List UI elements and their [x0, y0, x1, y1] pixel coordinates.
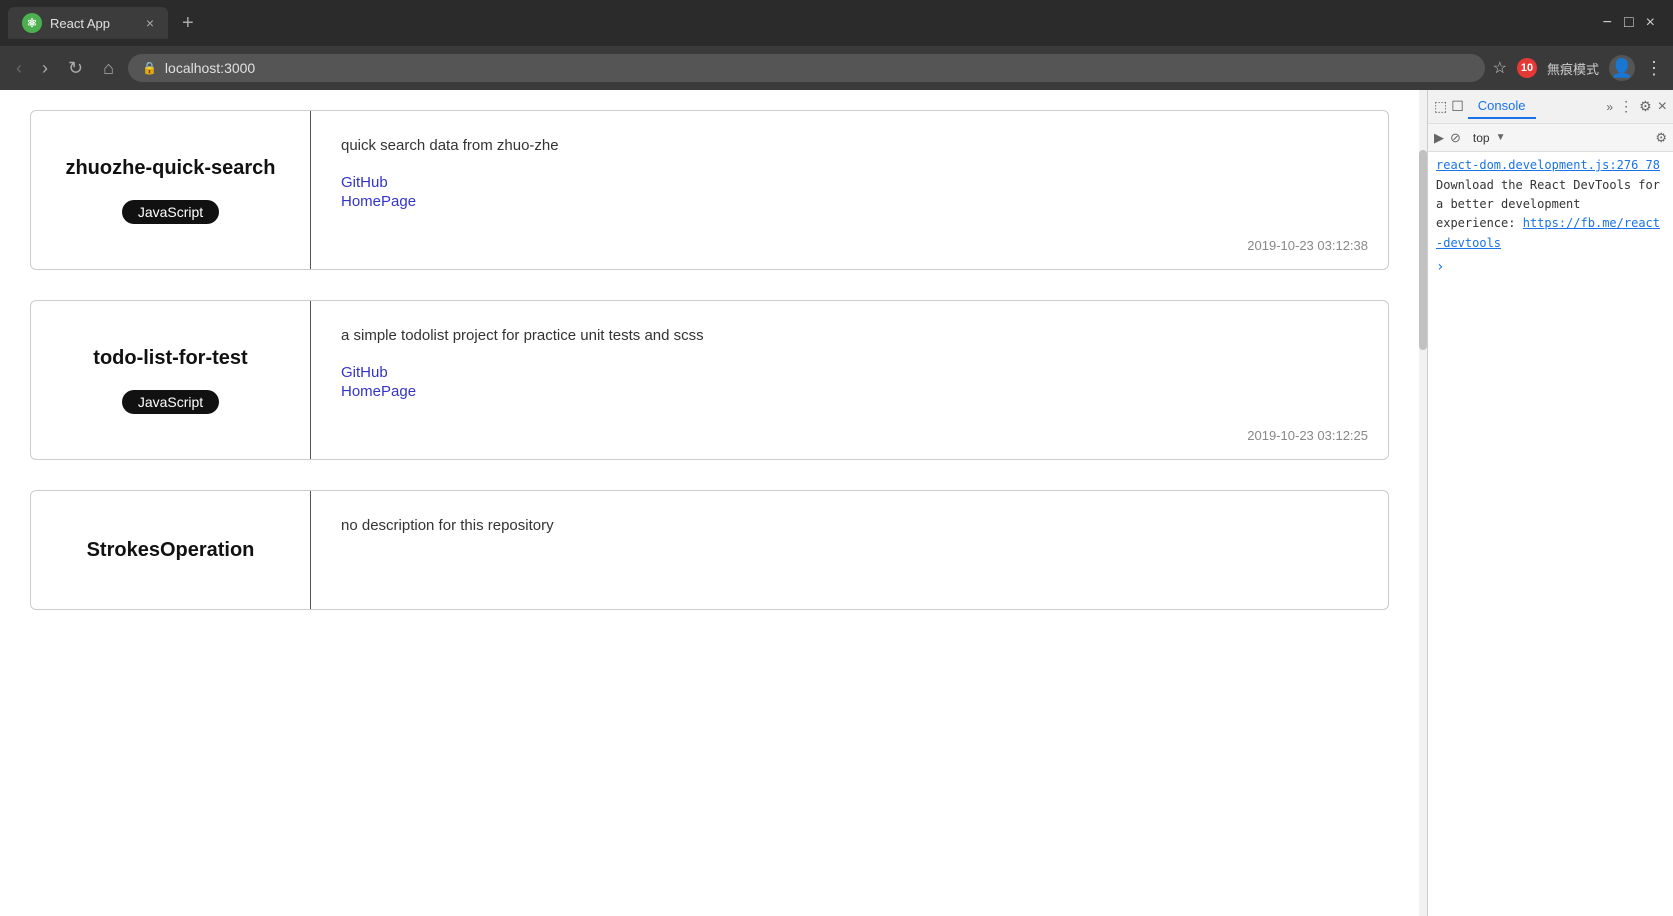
- back-button[interactable]: ‹: [10, 54, 28, 83]
- maximize-button[interactable]: □: [1624, 14, 1634, 32]
- lock-icon: 🔒: [142, 61, 157, 75]
- address-bar[interactable]: 🔒 localhost:3000: [128, 54, 1485, 82]
- reload-button[interactable]: ↻: [62, 54, 89, 83]
- repo-links-1: GitHub HomePage: [341, 364, 1358, 400]
- more-button[interactable]: ⋮: [1645, 58, 1663, 79]
- devtools-toolbar: ⬚ ☐ Console » ⋮ ⚙ ×: [1428, 90, 1673, 124]
- devtools-device-icon[interactable]: ☐: [1451, 98, 1464, 115]
- minimize-button[interactable]: −: [1603, 14, 1612, 32]
- profile-icon[interactable]: 👤: [1609, 55, 1635, 81]
- browser-toolbar: ‹ › ↻ ⌂ 🔒 localhost:3000 ☆ 10 無痕模式 👤 ⋮: [0, 46, 1673, 90]
- scrollbar[interactable]: [1419, 90, 1427, 916]
- repo-homepage-link-1[interactable]: HomePage: [341, 383, 1358, 400]
- extension-badge[interactable]: 10: [1517, 58, 1537, 78]
- repo-name-0: zhuozhe-quick-search: [65, 157, 275, 180]
- devtools-dropdown-icon[interactable]: ▼: [1496, 132, 1506, 143]
- repo-badge-0: JavaScript: [122, 200, 219, 224]
- favicon: ⚛: [22, 13, 42, 33]
- repo-description-1: a simple todolist project for practice u…: [341, 325, 1358, 348]
- devtools-tab-console[interactable]: Console: [1468, 94, 1536, 119]
- repo-name-1: todo-list-for-test: [93, 347, 247, 370]
- scrollbar-thumb[interactable]: [1419, 150, 1427, 350]
- forward-button[interactable]: ›: [36, 54, 54, 83]
- devtools-more-tabs[interactable]: »: [1606, 100, 1613, 114]
- titlebar: ⚛ React App × + − □ ×: [0, 0, 1673, 46]
- repo-card-1: todo-list-for-test JavaScript a simple t…: [30, 300, 1389, 460]
- devtools-file-link[interactable]: react-dom.development.js:276 78: [1436, 158, 1665, 172]
- repo-github-link-1[interactable]: GitHub: [341, 364, 1358, 381]
- star-icon[interactable]: ☆: [1493, 58, 1507, 78]
- tab-close-button[interactable]: ×: [146, 15, 154, 31]
- repo-card-0: zhuozhe-quick-search JavaScript quick se…: [30, 110, 1389, 270]
- repo-timestamp-1: 2019-10-23 03:12:25: [1247, 428, 1368, 443]
- home-button[interactable]: ⌂: [97, 54, 120, 83]
- devtools-play-icon[interactable]: ▶: [1434, 130, 1444, 146]
- repo-description-2: no description for this repository: [341, 515, 1358, 538]
- devtools-close-icon[interactable]: ×: [1658, 98, 1667, 116]
- repo-card-2: StrokesOperation no description for this…: [30, 490, 1389, 610]
- repo-left-2: StrokesOperation: [31, 491, 311, 609]
- devtools-panel: ⬚ ☐ Console » ⋮ ⚙ × ▶ ⊘ top ▼ ⚙ react-do…: [1427, 90, 1673, 916]
- repo-badge-1: JavaScript: [122, 390, 219, 414]
- devtools-icons: » ⋮ ⚙ ×: [1606, 98, 1667, 116]
- devtools-vertical-dots[interactable]: ⋮: [1619, 98, 1633, 115]
- new-tab-button[interactable]: +: [176, 12, 200, 35]
- devtools-settings-icon[interactable]: ⚙: [1639, 98, 1652, 115]
- repo-github-link-0[interactable]: GitHub: [341, 174, 1358, 191]
- repo-right-0: quick search data from zhuo-zhe GitHub H…: [311, 111, 1388, 269]
- devtools-settings-gear[interactable]: ⚙: [1655, 130, 1667, 146]
- main-layout: zhuozhe-quick-search JavaScript quick se…: [0, 90, 1673, 916]
- devtools-content: react-dom.development.js:276 78 Download…: [1428, 152, 1673, 916]
- toolbar-right: ☆ 10 無痕模式 👤 ⋮: [1493, 55, 1663, 81]
- url-display: localhost:3000: [165, 60, 255, 76]
- devtools-sub-toolbar: ▶ ⊘ top ▼ ⚙: [1428, 124, 1673, 152]
- repo-description-0: quick search data from zhuo-zhe: [341, 135, 1358, 158]
- browser-tab[interactable]: ⚛ React App ×: [8, 7, 168, 39]
- repo-left-0: zhuozhe-quick-search JavaScript: [31, 111, 311, 269]
- page-content: zhuozhe-quick-search JavaScript quick se…: [0, 90, 1419, 916]
- repo-timestamp-0: 2019-10-23 03:12:38: [1247, 238, 1368, 253]
- devtools-top-label: top: [1473, 131, 1490, 145]
- repo-links-0: GitHub HomePage: [341, 174, 1358, 210]
- close-button[interactable]: ×: [1646, 14, 1655, 32]
- repo-name-2: StrokesOperation: [87, 539, 255, 562]
- repo-right-1: a simple todolist project for practice u…: [311, 301, 1388, 459]
- tab-title: React App: [50, 16, 110, 31]
- devtools-ban-icon[interactable]: ⊘: [1450, 130, 1461, 146]
- repo-right-2: no description for this repository: [311, 491, 1388, 609]
- devtools-message: Download the React DevTools for a better…: [1436, 176, 1665, 253]
- repo-homepage-link-0[interactable]: HomePage: [341, 193, 1358, 210]
- devtools-caret[interactable]: ›: [1436, 259, 1444, 275]
- repo-left-1: todo-list-for-test JavaScript: [31, 301, 311, 459]
- incognito-label: 無痕模式: [1547, 59, 1599, 78]
- devtools-inspect-icon[interactable]: ⬚: [1434, 98, 1447, 115]
